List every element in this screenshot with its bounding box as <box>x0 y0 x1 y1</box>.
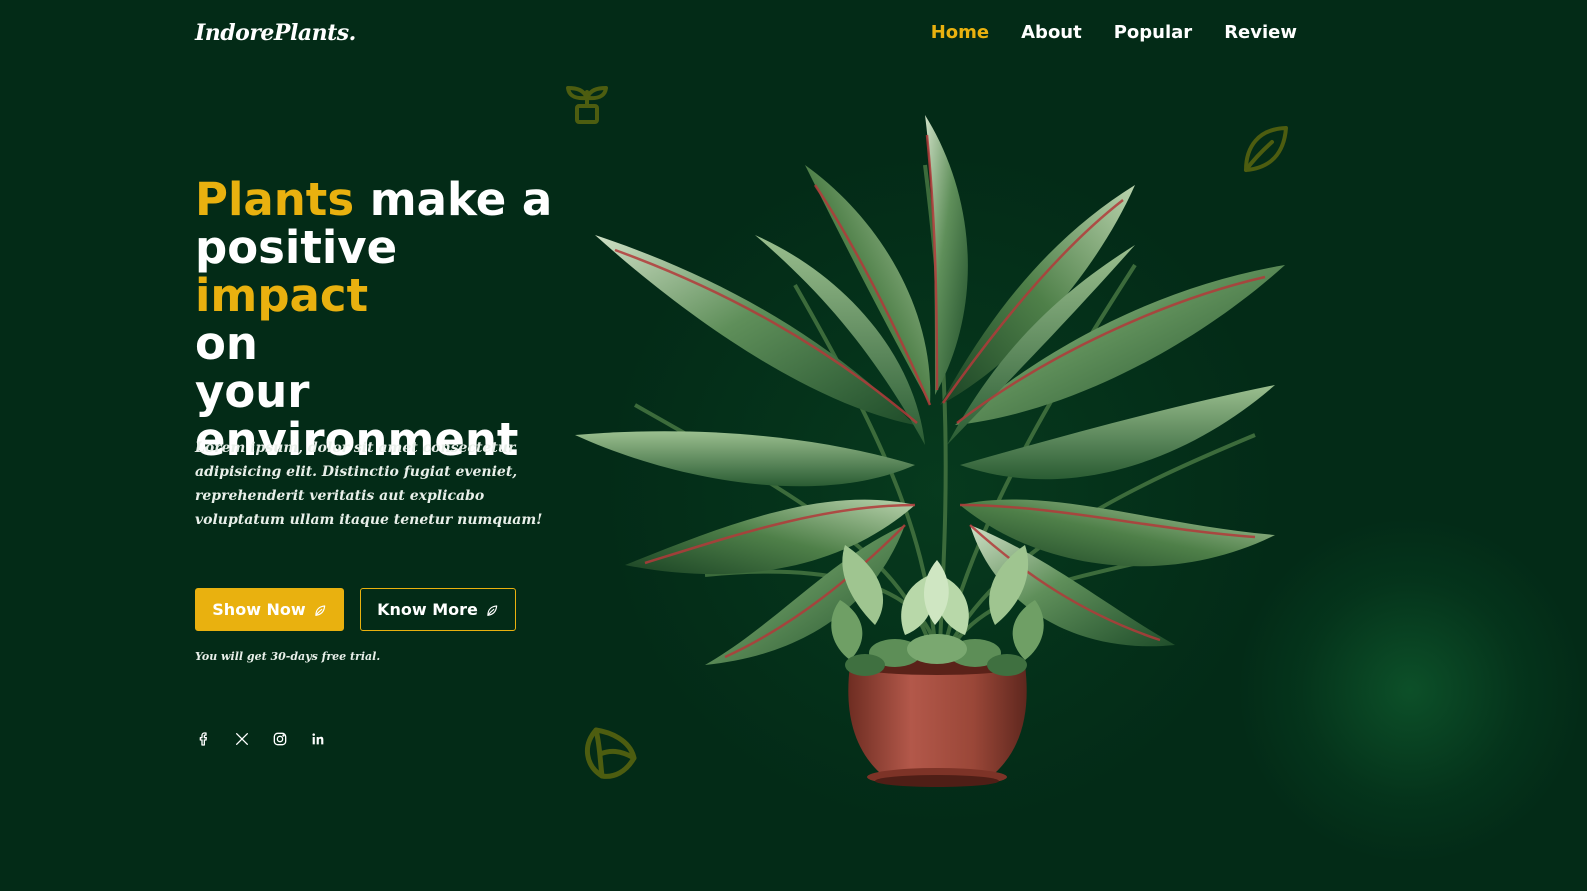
linkedin-icon[interactable] <box>309 730 327 748</box>
hero-title: Plants make a positive impact on your enviro… <box>195 176 575 464</box>
hero-title-text: on <box>195 317 258 370</box>
hero-description: Lorem ipsum, dolor sit amet consectetur … <box>195 440 543 528</box>
instagram-icon[interactable] <box>271 730 289 748</box>
site-logo[interactable]: IndorePlants. <box>195 20 356 46</box>
social-links <box>195 730 327 748</box>
potted-plant-illustration <box>575 115 1285 787</box>
hero-title-text: positive <box>195 221 398 274</box>
hero-title-text: your <box>195 365 310 418</box>
hero-title-text: make a <box>354 173 553 226</box>
nav-link-home[interactable]: Home <box>931 22 989 43</box>
nav-link-about[interactable]: About <box>1021 22 1082 43</box>
leaf-icon <box>315 604 325 616</box>
know-more-button[interactable]: Know More <box>360 588 516 631</box>
hero-title-highlight: impact <box>195 269 369 322</box>
nav-link-review[interactable]: Review <box>1224 22 1297 43</box>
show-now-label: Show Now <box>212 600 306 619</box>
main-nav: Home About Popular Review <box>931 22 1297 43</box>
show-now-button[interactable]: Show Now <box>195 588 344 631</box>
know-more-label: Know More <box>377 600 478 619</box>
nav-link-popular[interactable]: Popular <box>1114 22 1192 43</box>
leaf-icon <box>487 604 498 616</box>
facebook-icon[interactable] <box>195 730 213 748</box>
x-twitter-icon[interactable] <box>233 730 251 748</box>
trial-note: You will get 30-days free trial. <box>195 650 381 663</box>
hero-title-highlight: Plants <box>195 173 355 226</box>
